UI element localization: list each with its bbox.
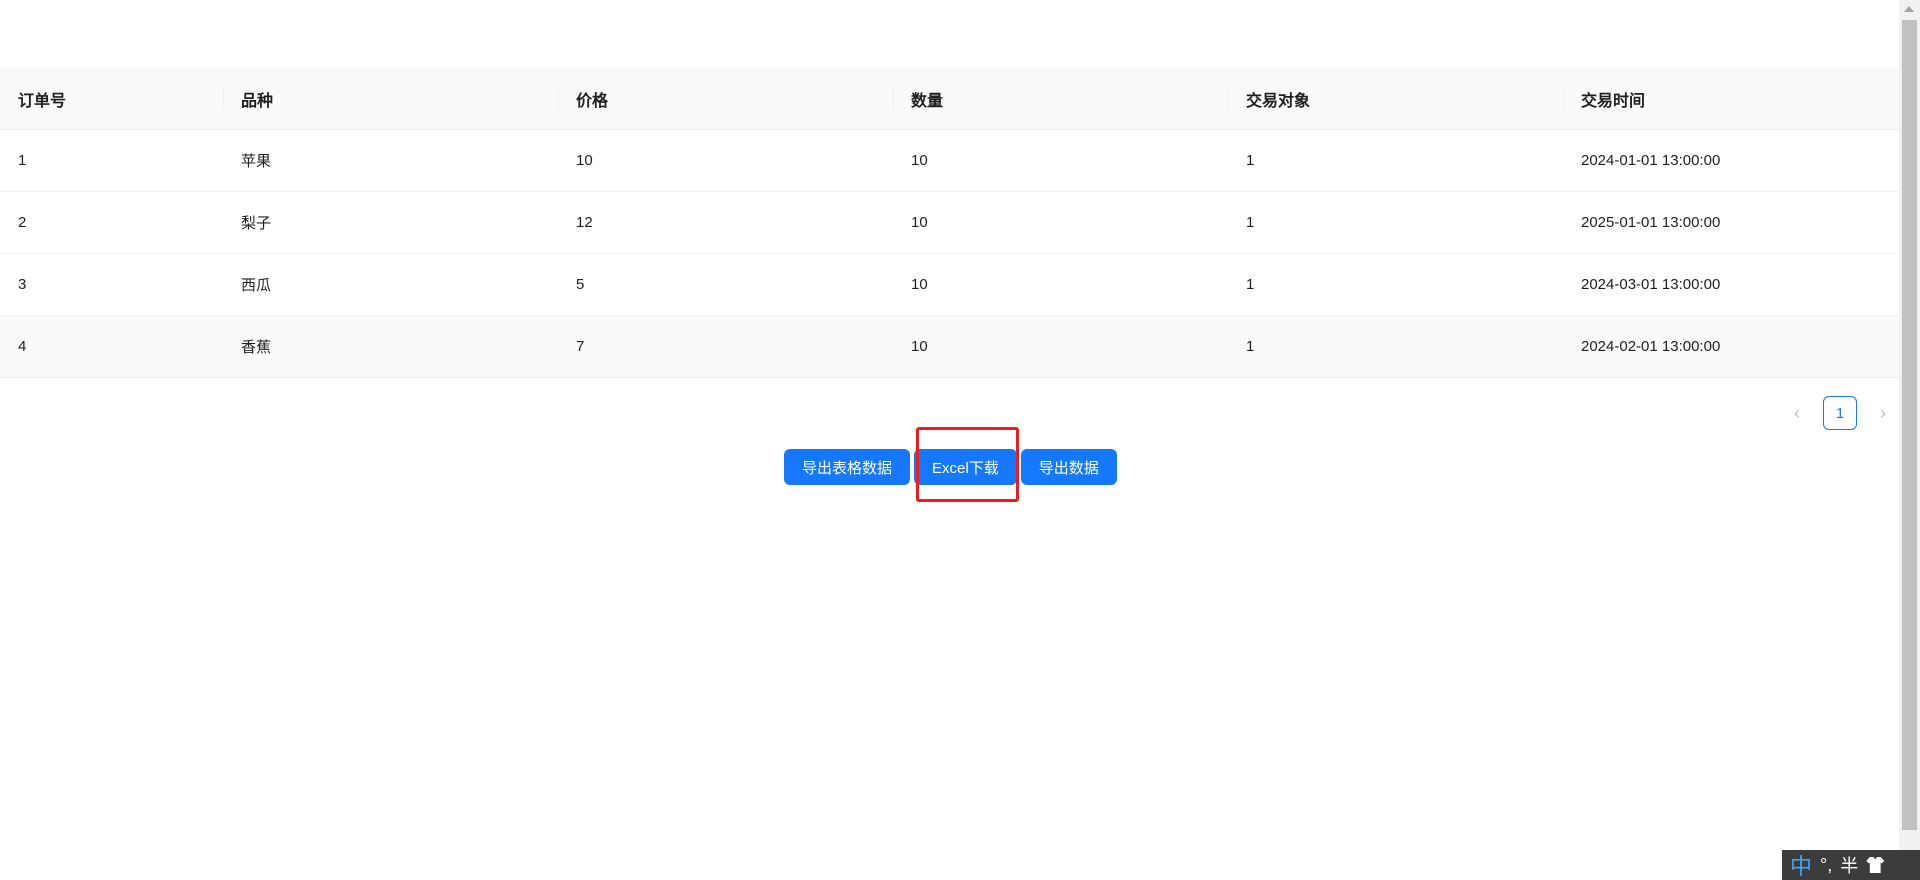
column-header-trade-time: 交易时间 xyxy=(1563,68,1899,130)
cell-counterparty: 1 xyxy=(1228,315,1563,378)
excel-download-button[interactable]: Excel下载 xyxy=(914,449,1017,485)
table-header-row: 订单号 品种 价格 数量 交易对象 交易时间 xyxy=(0,68,1899,130)
vertical-scrollbar[interactable] xyxy=(1899,0,1920,880)
prev-page-icon[interactable]: ‹ xyxy=(1781,397,1813,429)
next-page-icon[interactable]: › xyxy=(1867,397,1899,429)
cell-trade-time: 2024-03-01 13:00:00 xyxy=(1563,253,1899,316)
cell-trade-time: 2024-02-01 13:00:00 xyxy=(1563,315,1899,378)
ime-width-indicator[interactable]: 半 xyxy=(1840,852,1858,878)
ime-mode-indicator[interactable]: 中 xyxy=(1790,849,1812,880)
column-header-variety: 品种 xyxy=(223,68,558,130)
cell-price: 10 xyxy=(558,129,893,192)
skin-shirt-icon[interactable] xyxy=(1866,857,1885,873)
cell-price: 12 xyxy=(558,191,893,254)
table-row[interactable]: 2 梨子 12 10 1 2025-01-01 13:00:00 xyxy=(0,191,1899,254)
cell-counterparty: 1 xyxy=(1228,129,1563,192)
content-area: 订单号 品种 价格 数量 交易对象 交易时间 1 苹果 10 10 1 2024… xyxy=(0,0,1899,880)
cell-trade-time: 2025-01-01 13:00:00 xyxy=(1563,191,1899,254)
cell-quantity: 10 xyxy=(893,315,1228,378)
column-header-order-id: 订单号 xyxy=(0,68,223,130)
export-table-button[interactable]: 导出表格数据 xyxy=(784,449,911,485)
orders-table: 订单号 品种 价格 数量 交易对象 交易时间 1 苹果 10 10 1 2024… xyxy=(0,68,1899,378)
table-row[interactable]: 1 苹果 10 10 1 2024-01-01 13:00:00 xyxy=(0,129,1899,192)
action-buttons: 导出表格数据 Excel下载 导出数据 xyxy=(784,449,1117,485)
cell-variety: 梨子 xyxy=(223,191,558,254)
cell-counterparty: 1 xyxy=(1228,191,1563,254)
cell-variety: 苹果 xyxy=(223,129,558,192)
cell-quantity: 10 xyxy=(893,129,1228,192)
cell-order-id: 3 xyxy=(0,253,223,316)
cell-trade-time: 2024-01-01 13:00:00 xyxy=(1563,129,1899,192)
table-row[interactable]: 3 西瓜 5 10 1 2024-03-01 13:00:00 xyxy=(0,253,1899,316)
export-data-button[interactable]: 导出数据 xyxy=(1020,449,1117,485)
cell-order-id: 2 xyxy=(0,191,223,254)
cell-variety: 香蕉 xyxy=(223,315,558,378)
page: 订单号 品种 价格 数量 交易对象 交易时间 1 苹果 10 10 1 2024… xyxy=(0,0,1920,880)
scroll-up-icon[interactable] xyxy=(1904,6,1914,12)
page-1-button[interactable]: 1 xyxy=(1823,396,1857,430)
cell-order-id: 4 xyxy=(0,315,223,378)
cell-price: 5 xyxy=(558,253,893,316)
column-header-price: 价格 xyxy=(558,68,893,130)
cell-order-id: 1 xyxy=(0,129,223,192)
cell-quantity: 10 xyxy=(893,253,1228,316)
table-row[interactable]: 4 香蕉 7 10 1 2024-02-01 13:00:00 xyxy=(0,315,1899,378)
column-header-quantity: 数量 xyxy=(893,68,1228,130)
cell-variety: 西瓜 xyxy=(223,253,558,316)
column-header-counterparty: 交易对象 xyxy=(1228,68,1563,130)
cell-counterparty: 1 xyxy=(1228,253,1563,316)
pagination: ‹ 1 › xyxy=(1781,395,1899,431)
cell-quantity: 10 xyxy=(893,191,1228,254)
ime-toolbar[interactable]: 中 °, 半 xyxy=(1782,850,1920,880)
scroll-thumb[interactable] xyxy=(1902,20,1917,830)
cell-price: 7 xyxy=(558,315,893,378)
ime-punctuation-indicator[interactable]: °, xyxy=(1820,855,1832,876)
